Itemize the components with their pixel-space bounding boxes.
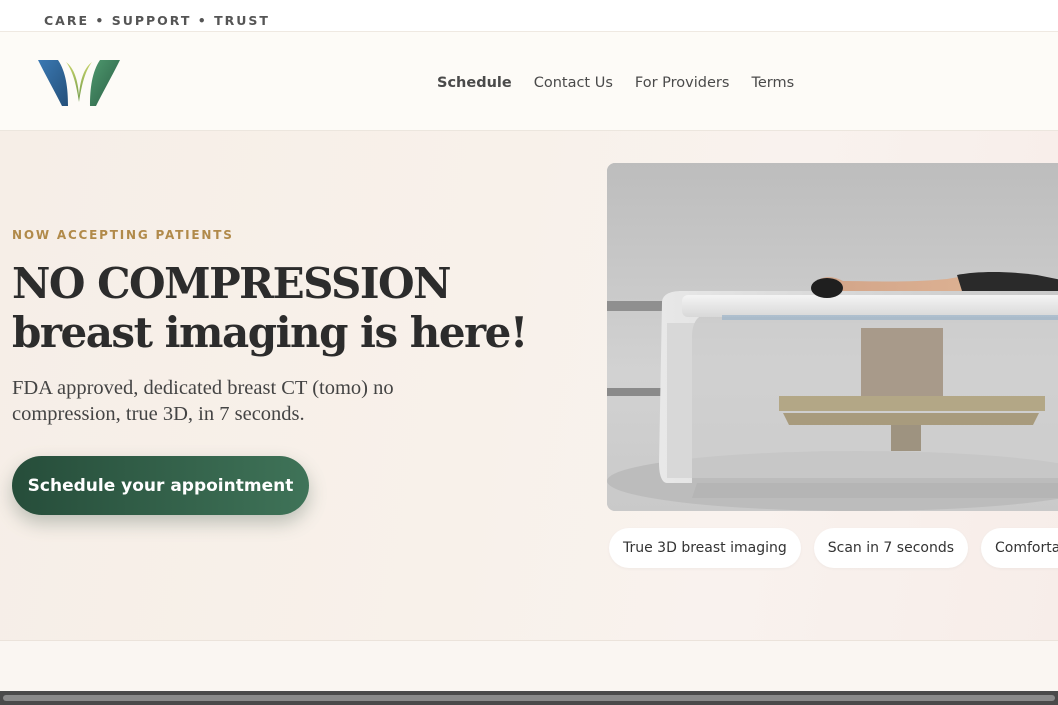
hero-eyebrow: NOW ACCEPTING PATIENTS xyxy=(12,228,234,242)
scrollbar-thumb[interactable] xyxy=(3,695,1055,701)
next-section xyxy=(0,641,1058,691)
chip-true-3d: True 3D breast imaging xyxy=(609,528,801,568)
hero-subtext: FDA approved, dedicated breast CT (tomo)… xyxy=(12,377,394,425)
hero-section: NOW ACCEPTING PATIENTS NO COMPRESSION br… xyxy=(0,131,1058,641)
hero-headline: NO COMPRESSION breast imaging is here! xyxy=(12,259,552,357)
site-header: Schedule Contact Us For Providers Terms xyxy=(0,32,1058,131)
nav-terms[interactable]: Terms xyxy=(751,75,794,91)
hero-headline-line-2: breast imaging is here! xyxy=(12,308,528,357)
top-tagline-bar: CARE • SUPPORT • TRUST xyxy=(0,0,1058,32)
horizontal-scrollbar[interactable] xyxy=(0,691,1058,705)
chip-comfortable: Comfortable xyxy=(981,528,1058,568)
nav-for-providers[interactable]: For Providers xyxy=(635,75,730,91)
hero-headline-line-1: NO COMPRESSION xyxy=(12,259,451,308)
schedule-appointment-button[interactable]: Schedule your appointment xyxy=(12,456,309,515)
main-nav: Schedule Contact Us For Providers Terms xyxy=(437,75,794,91)
scanner-illustration xyxy=(607,163,1058,511)
nav-contact-us[interactable]: Contact Us xyxy=(534,75,613,91)
chip-scan-7-seconds: Scan in 7 seconds xyxy=(813,528,969,568)
nav-schedule[interactable]: Schedule xyxy=(437,75,512,91)
feature-chips: True 3D breast imaging Scan in 7 seconds… xyxy=(609,528,1058,568)
brand-logo-icon[interactable] xyxy=(38,58,120,108)
breast-ct-scanner-image xyxy=(607,163,1058,511)
tagline: CARE • SUPPORT • TRUST xyxy=(44,13,270,28)
